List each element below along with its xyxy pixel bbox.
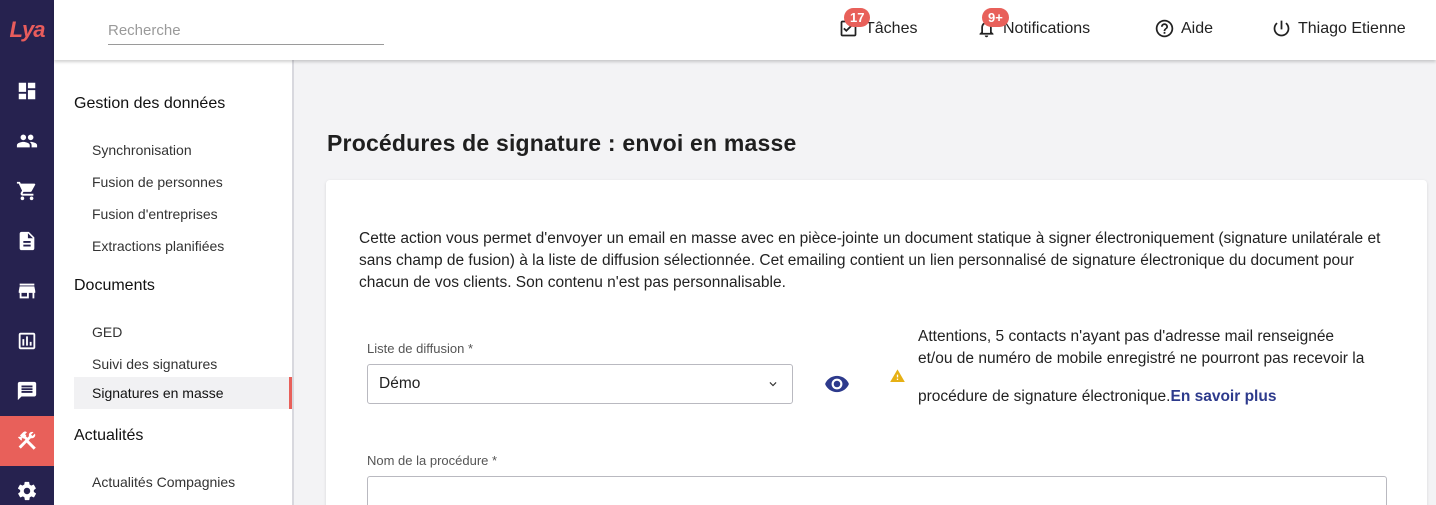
people-icon [16, 134, 38, 148]
chevron-down-icon [769, 382, 777, 387]
tasks-label: Tâches [865, 19, 918, 37]
rail-item-messages[interactable] [0, 366, 54, 416]
warning-text: et/ou de numéro de mobile enregistré ne … [918, 350, 1365, 367]
tools-icon [18, 431, 36, 450]
subnav-item-fusion-personnes[interactable]: Fusion de personnes [74, 166, 292, 198]
help-button[interactable]: Aide [1154, 18, 1213, 39]
app-logo[interactable]: Lya [0, 0, 54, 60]
signature-form-card: Cette action vous permet d'envoyer un em… [326, 180, 1427, 505]
user-menu[interactable]: Thiago Etienne [1271, 18, 1406, 39]
warning-text: procédure de signature électronique. [918, 388, 1171, 405]
cart-icon [16, 181, 36, 201]
rail-item-dashboard[interactable] [0, 66, 54, 116]
top-header: 17 Tâches 9+ Notifications Aide Thiago E… [54, 0, 1436, 60]
subnav-item-synchronisation[interactable]: Synchronisation [74, 134, 292, 166]
diffusion-list-value: Démo [379, 375, 421, 392]
subnav-section-title: Actualités [74, 427, 144, 444]
store-icon [18, 283, 36, 299]
warning-notice: Attentions, 5 contacts n'ayant pas d'adr… [918, 326, 1408, 408]
settings-icon [17, 481, 37, 501]
subnav-item-actualites-compagnies[interactable]: Actualités Compagnies [74, 466, 292, 498]
subnav-item-signatures-masse[interactable]: Signatures en masse [74, 377, 292, 409]
list-label: Liste de diffusion * [367, 341, 473, 356]
rail-item-tools[interactable] [0, 416, 54, 466]
search-input[interactable] [108, 17, 384, 45]
rail-item-settings[interactable] [0, 466, 54, 505]
notifications-badge: 9+ [982, 8, 1009, 27]
warning-text: Attentions, 5 contacts n'ayant pas d'adr… [918, 328, 1335, 345]
tasks-badge: 17 [844, 8, 871, 27]
subnav-item-fusion-entreprises[interactable]: Fusion d'entreprises [74, 198, 292, 230]
diffusion-list-select[interactable]: Démo [367, 364, 793, 404]
user-name: Thiago Etienne [1298, 19, 1406, 37]
help-label: Aide [1181, 19, 1214, 37]
icon-rail: Lya [0, 0, 54, 505]
subnav-section-title: Gestion des données [74, 95, 226, 112]
tasks-button[interactable]: 17 Tâches [838, 8, 918, 39]
subnav-item-ged[interactable]: GED [74, 316, 292, 348]
notifications-button[interactable]: 9+ Notifications [976, 8, 1091, 39]
subnav-section-title: Documents [74, 277, 155, 294]
dashboard-icon [18, 82, 36, 100]
rail-item-documents[interactable] [0, 216, 54, 266]
power-icon [1273, 20, 1290, 37]
eye-icon[interactable] [824, 371, 850, 397]
notifications-label: Notifications [1003, 19, 1091, 37]
warning-icon [890, 369, 905, 382]
rail-item-store[interactable] [0, 266, 54, 316]
subnav-item-suivi-signatures[interactable]: Suivi des signatures [74, 348, 292, 380]
description-text: Cette action vous permet d'envoyer un em… [359, 230, 1381, 291]
message-icon [17, 381, 37, 401]
page-title: Procédures de signature : envoi en masse [327, 130, 797, 156]
help-icon [1155, 19, 1174, 38]
document-icon [19, 231, 35, 251]
rail-item-people[interactable] [0, 116, 54, 166]
procedure-name-label: Nom de la procédure * [367, 453, 498, 468]
rail-item-cart[interactable] [0, 166, 54, 216]
admin-subnav: Gestion des données Synchronisation Fusi… [54, 60, 294, 505]
subnav-item-extractions[interactable]: Extractions planifiées [74, 230, 292, 262]
rail-item-stats[interactable] [0, 316, 54, 366]
app-logo-text: Lya [9, 17, 46, 42]
learn-more-link[interactable]: En savoir plus [1170, 388, 1276, 405]
chart-icon [18, 332, 36, 350]
procedure-name-input[interactable] [367, 476, 1387, 505]
